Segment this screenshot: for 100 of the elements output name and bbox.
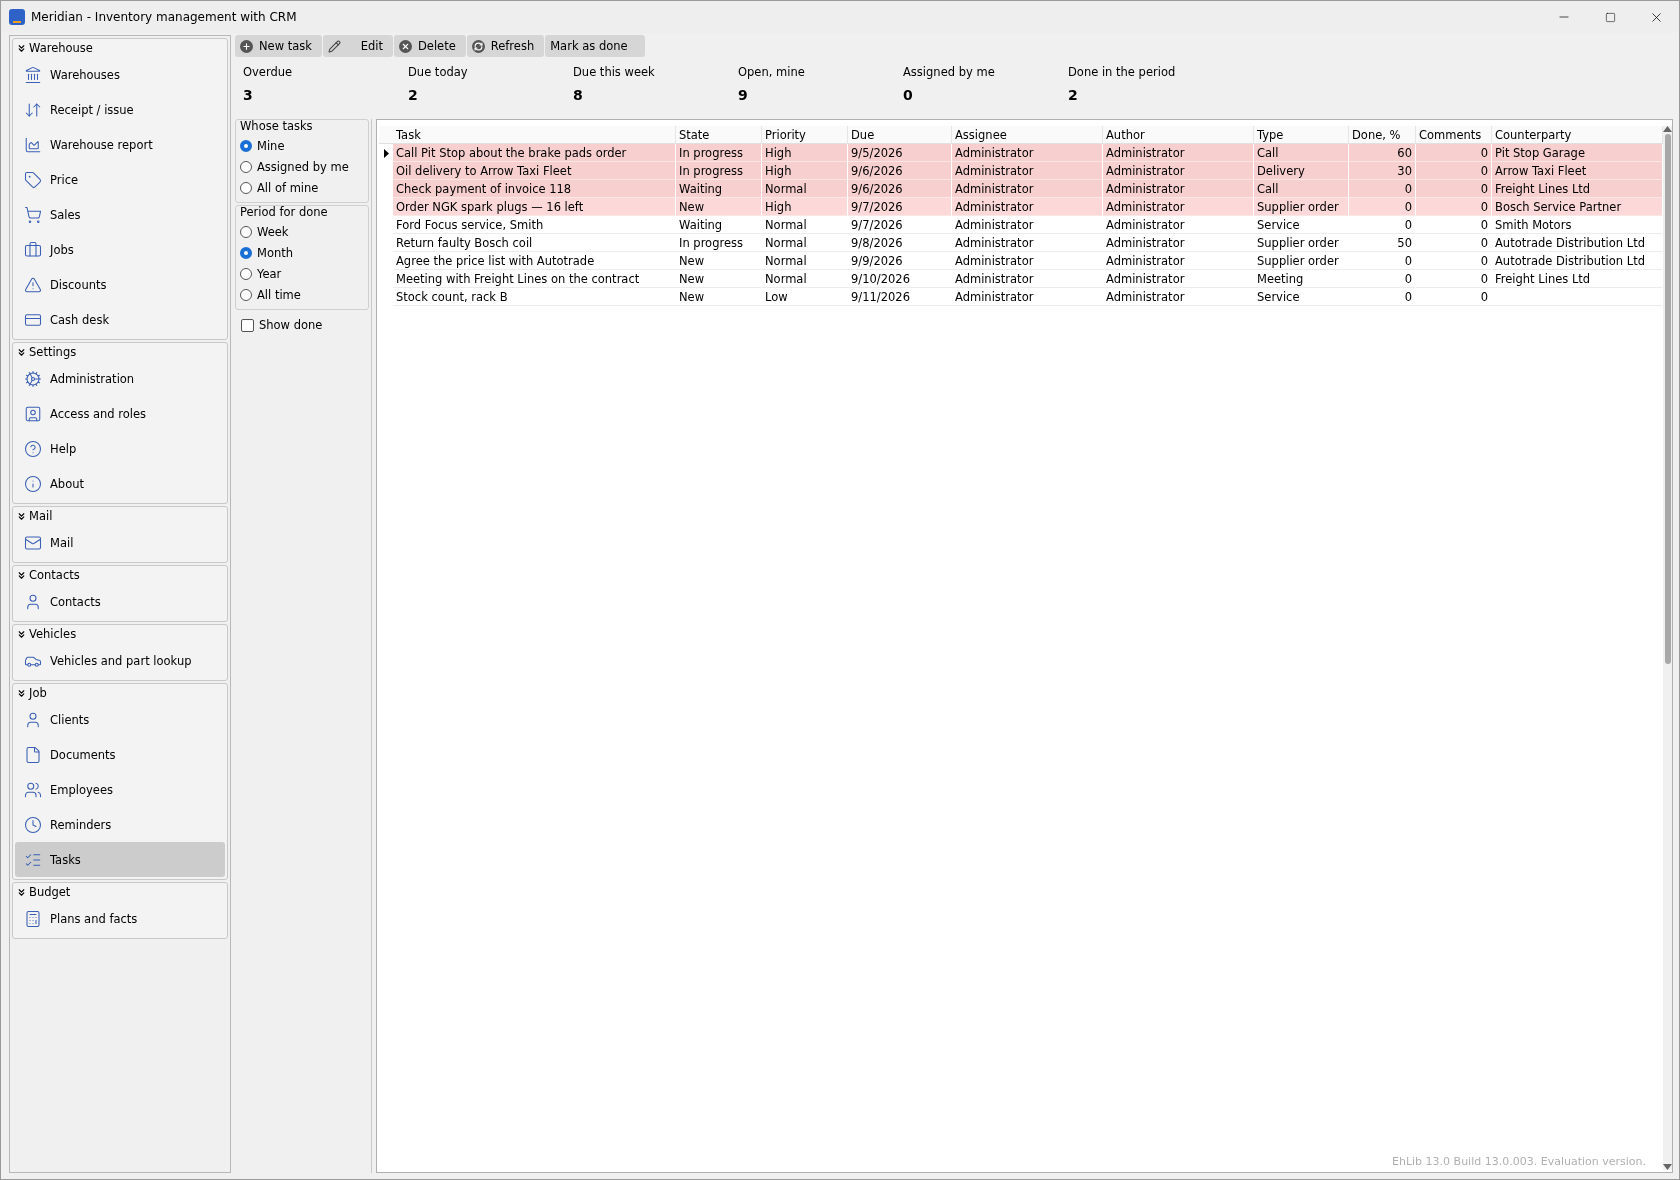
table-cell: Freight Lines Ltd: [1492, 180, 1663, 198]
scroll-up-icon[interactable]: [1663, 126, 1672, 132]
sidebar-item[interactable]: Employees: [15, 772, 225, 807]
collapse-icon[interactable]: [16, 569, 27, 581]
table-cell: Administrator: [952, 234, 1103, 252]
collapse-icon[interactable]: [16, 886, 27, 898]
column-header[interactable]: Assignee: [952, 126, 1103, 144]
radio-option[interactable]: Month: [240, 242, 368, 263]
radio-option[interactable]: All of mine: [240, 177, 368, 198]
collapse-icon[interactable]: [16, 510, 27, 522]
stat-label: Open, mine: [738, 65, 806, 79]
table-cell: Normal: [762, 216, 848, 234]
table-cell: Stock count, rack B: [393, 288, 676, 306]
user-icon: [24, 592, 42, 611]
collapse-icon[interactable]: [16, 346, 27, 358]
column-header[interactable]: Task: [393, 126, 676, 144]
sidebar-item[interactable]: Contacts: [15, 584, 225, 619]
sidebar-item[interactable]: Reminders: [15, 807, 225, 842]
toolbar-button[interactable]: Refresh: [466, 35, 545, 57]
table-cell: Administrator: [1103, 216, 1254, 234]
column-header[interactable]: Type: [1254, 126, 1349, 144]
sidebar-item[interactable]: Plans and facts: [15, 901, 225, 936]
column-header[interactable]: Done, %: [1349, 126, 1416, 144]
table-cell: Check payment of invoice 118: [393, 180, 676, 198]
warning-icon: [24, 275, 42, 294]
plus-icon: [240, 39, 253, 53]
table-cell: In progress: [676, 162, 762, 180]
table-cell: Order NGK spark plugs — 16 left: [393, 198, 676, 216]
table-cell: Autotrade Distribution Ltd: [1492, 252, 1663, 270]
collapse-icon[interactable]: [16, 628, 27, 640]
sidebar-item[interactable]: Help: [15, 431, 225, 466]
sidebar-item[interactable]: Sales: [15, 197, 225, 232]
table-cell: Service: [1254, 288, 1349, 306]
sidebar-item[interactable]: Discounts: [15, 267, 225, 302]
radio-option[interactable]: Year: [240, 263, 368, 284]
up-down-arrows-icon: [24, 100, 42, 119]
table-cell: 0: [1349, 180, 1416, 198]
table-cell: Freight Lines Ltd: [1492, 270, 1663, 288]
toolbar-button[interactable]: New task: [235, 35, 322, 57]
settings-icon: [24, 369, 42, 388]
table-cell: Call: [1254, 144, 1349, 162]
table-cell: Administrator: [1103, 270, 1254, 288]
table-cell: 30: [1349, 162, 1416, 180]
column-header[interactable]: Due: [848, 126, 952, 144]
column-header[interactable]: Comments: [1416, 126, 1492, 144]
sidebar-item[interactable]: Vehicles and part lookup: [15, 643, 225, 678]
briefcase-icon: [24, 240, 42, 259]
table-cell: Administrator: [952, 216, 1103, 234]
table-cell: Service: [1254, 216, 1349, 234]
sidebar-item[interactable]: Administration: [15, 361, 225, 396]
column-header[interactable]: State: [676, 126, 762, 144]
sidebar-item[interactable]: Tasks: [15, 842, 225, 877]
sidebar-item[interactable]: Cash desk: [15, 302, 225, 337]
radio-option[interactable]: Week: [240, 221, 368, 242]
scroll-down-icon[interactable]: [1663, 1164, 1672, 1170]
sidebar-item[interactable]: Mail: [15, 525, 225, 560]
toolbar-button[interactable]: Edit: [322, 35, 393, 57]
column-header[interactable]: Priority: [762, 126, 848, 144]
group-title: Whose tasks: [240, 119, 314, 133]
table-cell: Administrator: [952, 144, 1103, 162]
toolbar-button[interactable]: Mark as done: [545, 35, 646, 57]
collapse-icon[interactable]: [16, 687, 27, 699]
sidebar-item[interactable]: Warehouses: [15, 57, 225, 92]
sidebar-item[interactable]: Price: [15, 162, 225, 197]
scroll-thumb[interactable]: [1664, 134, 1671, 664]
table-cell: In progress: [676, 144, 762, 162]
sidebar-item[interactable]: Access and roles: [15, 396, 225, 431]
table-cell: Meeting: [1254, 270, 1349, 288]
refresh-icon: [471, 39, 485, 53]
table-cell: Autotrade Distribution Ltd: [1492, 234, 1663, 252]
checkbox[interactable]: Show done: [235, 312, 369, 332]
sidebar-item[interactable]: About: [15, 466, 225, 501]
window-title: Meridian - Inventory management with CRM: [31, 10, 298, 24]
stat-value: 9: [738, 87, 749, 103]
stat-value: 2: [408, 87, 419, 103]
table-cell: Administrator: [952, 180, 1103, 198]
radio-option[interactable]: Assigned by me: [240, 156, 368, 177]
table-cell: Agree the price list with Autotrade: [393, 252, 676, 270]
collapse-icon[interactable]: [16, 42, 27, 54]
table-cell: 9/7/2026: [848, 198, 952, 216]
clock-icon: [24, 815, 42, 834]
stat-label: Overdue: [243, 65, 294, 79]
toolbar-button[interactable]: Delete: [393, 35, 466, 57]
table-cell: Pit Stop Garage: [1492, 144, 1663, 162]
radio-option[interactable]: Mine: [240, 135, 368, 156]
table-cell: High: [762, 162, 848, 180]
radio-option[interactable]: All time: [240, 284, 368, 305]
table-cell: Administrator: [952, 270, 1103, 288]
sidebar-item[interactable]: Jobs: [15, 232, 225, 267]
scrollbar[interactable]: [1663, 126, 1672, 1170]
table-cell: 0: [1416, 162, 1492, 180]
stat-label: Done in the period: [1068, 65, 1177, 79]
sidebar-item[interactable]: Documents: [15, 737, 225, 772]
column-header[interactable]: Counterparty: [1492, 126, 1663, 144]
sidebar-item[interactable]: Receipt / issue: [15, 92, 225, 127]
area-chart-icon: [24, 135, 42, 154]
column-header[interactable]: Author: [1103, 126, 1254, 144]
sidebar-item[interactable]: Clients: [15, 702, 225, 737]
table-cell: Call Pit Stop about the brake pads order: [393, 144, 676, 162]
sidebar-item[interactable]: Warehouse report: [15, 127, 225, 162]
